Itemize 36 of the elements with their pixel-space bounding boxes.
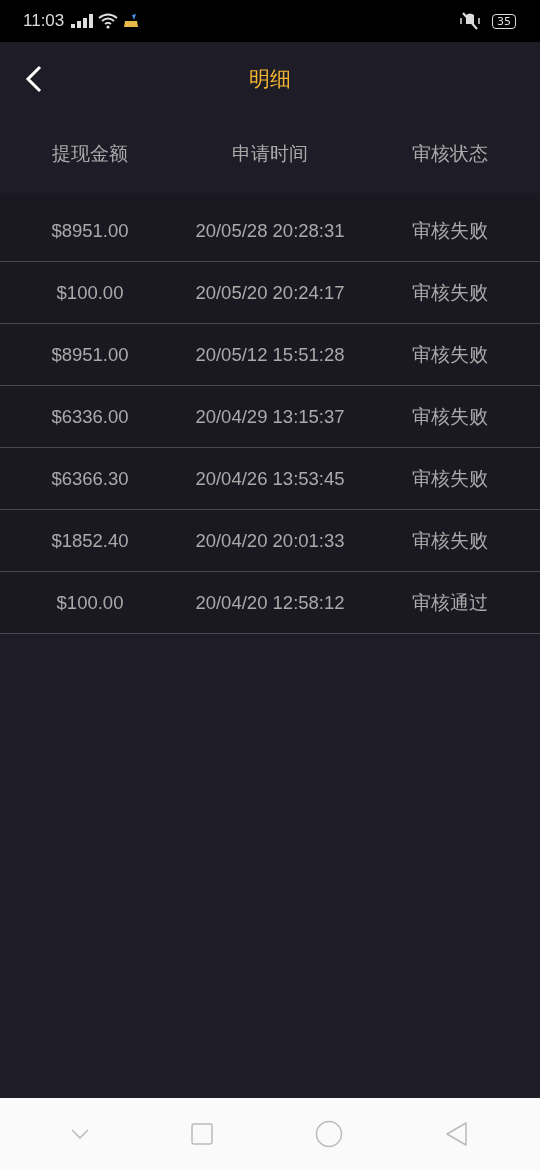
status-cell-text: 审核失败 (411, 219, 489, 243)
amount-cell-text: $100.00 (55, 281, 125, 304)
column-header: 提现金额 (51, 141, 129, 166)
clock: 11:03 (23, 11, 65, 31)
column-header: 申请时间 (231, 141, 309, 166)
broom-icon (123, 14, 140, 28)
amount-cell-text: $6366.30 (50, 467, 130, 490)
amount-cell-text: $8951.00 (50, 343, 130, 366)
amount-cell-text: $8951.00 (50, 219, 130, 242)
status-cell-text: 审核失败 (411, 467, 489, 491)
time-cell-text: 20/05/28 20:28:31 (194, 219, 346, 242)
status-cell-text: 审核通过 (411, 591, 489, 615)
time-cell-text: 20/04/20 20:01:33 (194, 529, 346, 552)
battery-indicator: 35 (492, 13, 516, 29)
amount-cell-text: $100.00 (55, 591, 125, 614)
page-title: 明细 (249, 65, 291, 93)
home-icon[interactable] (315, 1120, 343, 1148)
recents-icon[interactable] (191, 1123, 213, 1145)
status-cell-text: 审核失败 (411, 343, 489, 367)
time-cell-text: 20/05/12 15:51:28 (194, 343, 346, 366)
vibrate-icon (459, 12, 481, 30)
back-triangle-icon[interactable] (445, 1121, 469, 1147)
signal-icon (71, 14, 94, 28)
status-cell-text: 审核失败 (411, 529, 489, 553)
time-cell-text: 20/04/26 13:53:45 (194, 467, 346, 490)
chevron-down-icon[interactable] (71, 1129, 89, 1139)
status-cell-text: 审核失败 (411, 405, 489, 429)
status-cell-text: 审核失败 (411, 281, 489, 305)
time-cell-text: 20/04/29 13:15:37 (194, 405, 346, 428)
back-icon[interactable] (25, 65, 43, 93)
column-header: 审核状态 (411, 141, 489, 166)
time-cell-text: 20/05/20 20:24:17 (194, 281, 346, 304)
amount-cell-text: $6336.00 (50, 405, 130, 428)
time-cell-text: 20/04/20 12:58:12 (194, 591, 346, 614)
wifi-icon (98, 13, 119, 29)
amount-cell-text: $1852.40 (50, 529, 130, 552)
